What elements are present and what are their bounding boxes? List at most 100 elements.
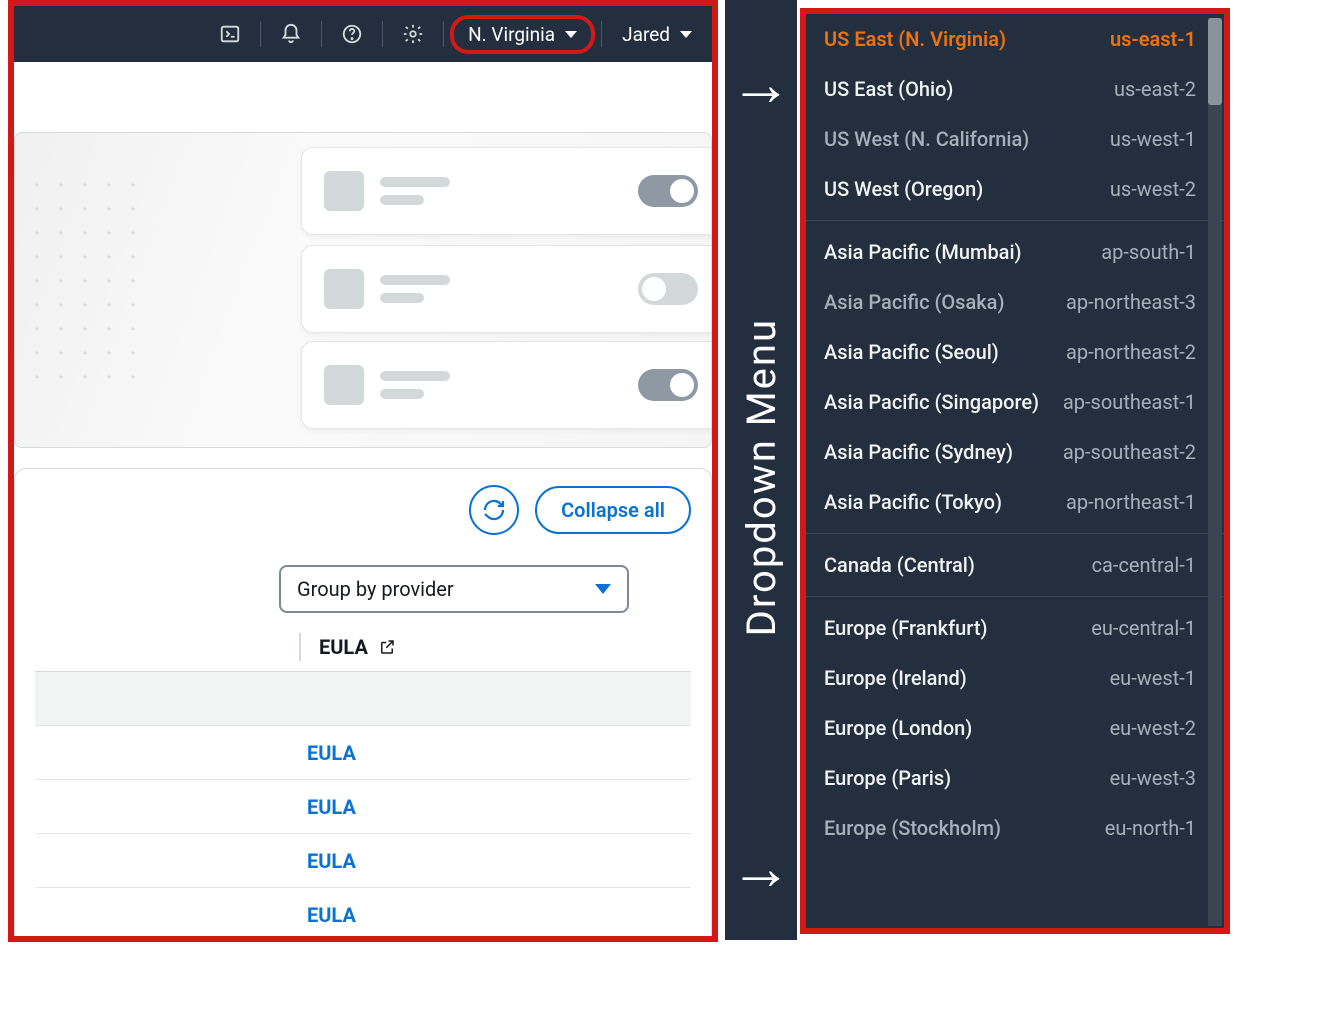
- table-row: EULA: [35, 779, 691, 833]
- illustration-card: [14, 132, 712, 448]
- caret-down-icon: [565, 31, 577, 38]
- caret-down-icon: [595, 584, 611, 594]
- refresh-button[interactable]: [469, 485, 519, 535]
- illustration-row: [301, 147, 712, 235]
- user-label: Jared: [622, 23, 670, 46]
- region-label: N. Virginia: [468, 23, 555, 46]
- table-row: EULA: [35, 941, 691, 942]
- table-row: EULA: [35, 833, 691, 887]
- region-item[interactable]: US East (N. Virginia) us-east-1: [806, 14, 1224, 64]
- region-code: ap-northeast-2: [1066, 340, 1196, 364]
- group-by-label: Group by provider: [297, 577, 454, 601]
- region-separator: [806, 533, 1224, 534]
- region-code: us-west-2: [1110, 177, 1196, 201]
- region-item[interactable]: Asia Pacific (Seoul) ap-northeast-2: [806, 327, 1224, 377]
- scrollbar-thumb[interactable]: [1208, 18, 1222, 105]
- arrow-right-icon: →: [730, 54, 792, 116]
- region-name: Europe (Frankfurt): [824, 616, 987, 640]
- region-code: ap-northeast-3: [1066, 290, 1196, 314]
- region-item[interactable]: Asia Pacific (Mumbai) ap-south-1: [806, 227, 1224, 277]
- caret-down-icon: [680, 31, 692, 38]
- top-navigation: N. Virginia Jared: [14, 6, 712, 62]
- annotation-gap: → Dropdown Menu →: [725, 0, 797, 940]
- region-dropdown-panel: US East (N. Virginia) us-east-1 US East (O…: [800, 8, 1230, 934]
- region-name: US West (N. California): [824, 127, 1029, 151]
- region-name: US East (N. Virginia): [824, 27, 1006, 51]
- eula-column-header: EULA: [319, 635, 368, 659]
- region-code: ap-northeast-1: [1066, 490, 1196, 514]
- help-icon[interactable]: [328, 14, 376, 54]
- annotation-label: Dropdown Menu: [738, 318, 785, 636]
- table-header: EULA: [299, 633, 691, 671]
- region-code: eu-north-1: [1105, 816, 1196, 840]
- page-body: Collapse all Group by provider EULA EULA…: [14, 132, 712, 942]
- region-name: Europe (London): [824, 716, 972, 740]
- region-name: Asia Pacific (Singapore): [824, 390, 1039, 414]
- nav-separator: [382, 21, 383, 47]
- region-item[interactable]: US West (Oregon) us-west-2: [806, 164, 1224, 214]
- region-name: US East (Ohio): [824, 77, 953, 101]
- region-code: ca-central-1: [1092, 553, 1196, 577]
- region-item[interactable]: US East (Ohio) us-east-2: [806, 64, 1224, 114]
- region-item[interactable]: Asia Pacific (Tokyo) ap-northeast-1: [806, 477, 1224, 527]
- table-row: EULA: [35, 725, 691, 779]
- eula-link[interactable]: EULA: [307, 903, 356, 927]
- group-by-select[interactable]: Group by provider: [279, 565, 629, 613]
- scrollbar-track[interactable]: [1208, 18, 1222, 926]
- arrow-right-icon: →: [730, 838, 792, 900]
- decorative-dots: [25, 173, 145, 393]
- collapse-all-button[interactable]: Collapse all: [535, 486, 691, 534]
- user-menu[interactable]: Jared: [608, 17, 706, 52]
- eula-link[interactable]: EULA: [307, 849, 356, 873]
- region-item[interactable]: US West (N. California) us-west-1: [806, 114, 1224, 164]
- bell-icon[interactable]: [267, 14, 315, 54]
- region-item[interactable]: Europe (Stockholm) eu-north-1: [806, 803, 1224, 853]
- main-view-panel: N. Virginia Jared: [8, 0, 718, 942]
- region-code: eu-west-1: [1110, 666, 1196, 690]
- nav-separator: [601, 21, 602, 47]
- table-row: EULA: [35, 887, 691, 941]
- region-code: ap-southeast-1: [1063, 390, 1196, 414]
- region-name: Asia Pacific (Osaka): [824, 290, 1004, 314]
- region-name: Europe (Ireland): [824, 666, 967, 690]
- region-item[interactable]: Asia Pacific (Sydney) ap-southeast-2: [806, 427, 1224, 477]
- illustration-row: [301, 245, 712, 333]
- region-selector[interactable]: N. Virginia: [450, 15, 595, 54]
- region-item[interactable]: Europe (Frankfurt) eu-central-1: [806, 603, 1224, 653]
- region-separator: [806, 220, 1224, 221]
- region-code: eu-west-2: [1110, 716, 1196, 740]
- eula-link[interactable]: EULA: [307, 795, 356, 819]
- external-link-icon: [378, 638, 396, 656]
- region-code: eu-west-3: [1110, 766, 1196, 790]
- region-name: Asia Pacific (Tokyo): [824, 490, 1002, 514]
- region-name: Asia Pacific (Seoul): [824, 340, 999, 364]
- table-subheader-row: [35, 671, 691, 725]
- region-separator: [806, 596, 1224, 597]
- region-code: us-west-1: [1110, 127, 1196, 151]
- region-name: Canada (Central): [824, 553, 975, 577]
- region-item[interactable]: Europe (Ireland) eu-west-1: [806, 653, 1224, 703]
- region-name: US West (Oregon): [824, 177, 983, 201]
- illustration-row: [301, 341, 712, 429]
- region-code: ap-south-1: [1101, 240, 1196, 264]
- region-name: Europe (Paris): [824, 766, 951, 790]
- region-name: Asia Pacific (Mumbai): [824, 240, 1022, 264]
- region-code: eu-central-1: [1091, 616, 1196, 640]
- region-name: Europe (Stockholm): [824, 816, 1001, 840]
- region-item[interactable]: Europe (Paris) eu-west-3: [806, 753, 1224, 803]
- eula-link[interactable]: EULA: [307, 741, 356, 765]
- region-list: US East (N. Virginia) us-east-1 US East (O…: [806, 14, 1224, 853]
- controls-card: Collapse all Group by provider EULA EULA…: [14, 468, 712, 942]
- region-item[interactable]: Asia Pacific (Osaka) ap-northeast-3: [806, 277, 1224, 327]
- cloudshell-icon[interactable]: [206, 14, 254, 54]
- region-code: us-east-2: [1114, 77, 1196, 101]
- gear-icon[interactable]: [389, 14, 437, 54]
- nav-separator: [260, 21, 261, 47]
- region-item[interactable]: Canada (Central) ca-central-1: [806, 540, 1224, 590]
- region-item[interactable]: Asia Pacific (Singapore) ap-southeast-1: [806, 377, 1224, 427]
- region-code: us-east-1: [1110, 27, 1196, 51]
- region-code: ap-southeast-2: [1063, 440, 1196, 464]
- nav-separator: [321, 21, 322, 47]
- region-name: Asia Pacific (Sydney): [824, 440, 1013, 464]
- region-item[interactable]: Europe (London) eu-west-2: [806, 703, 1224, 753]
